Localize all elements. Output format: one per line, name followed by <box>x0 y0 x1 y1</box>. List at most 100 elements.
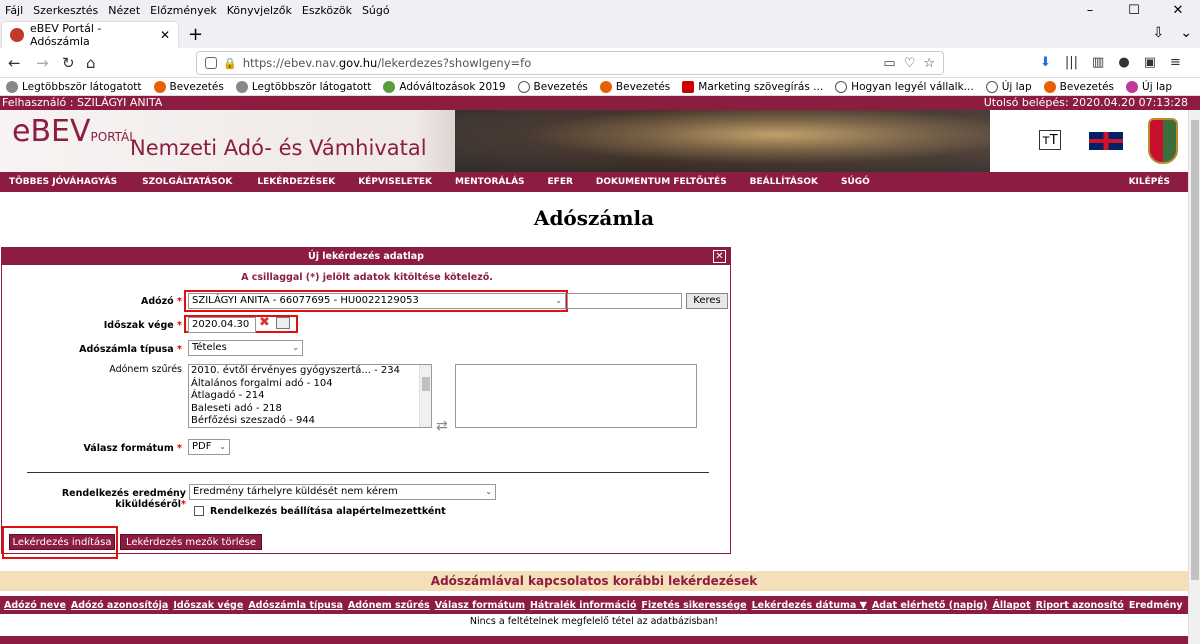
scrollbar-thumb[interactable] <box>1191 120 1199 580</box>
listbox-scrollbar[interactable] <box>419 365 431 427</box>
swap-arrows-icon[interactable]: ⇄ <box>436 418 448 434</box>
menu-file[interactable]: Fájl <box>0 4 28 17</box>
reload-icon[interactable]: ↻ <box>62 54 75 72</box>
last-login: Utolsó belépés: 2020.04.20 07:13:28 <box>983 96 1188 109</box>
menu-beallitasok[interactable]: BEÁLLÍTÁSOK <box>741 177 818 187</box>
close-icon[interactable]: ✕ <box>713 250 726 263</box>
close-window-icon[interactable]: ✕ <box>1156 0 1200 20</box>
calendar-icon[interactable] <box>276 317 290 329</box>
minimize-icon[interactable]: – <box>1068 0 1112 20</box>
col-period-end[interactable]: Időszak vége <box>173 600 243 611</box>
portal-banner: eBEVPORTÁL Nemzeti Adó- és Vámhivatal тT <box>0 110 1188 172</box>
menu-lekerdezesek[interactable]: LEKÉRDEZÉSEK <box>248 177 335 187</box>
bookmark-item[interactable]: Új lap <box>1126 80 1172 93</box>
maximize-icon[interactable]: ☐ <box>1112 0 1156 20</box>
col-account-type[interactable]: Adószámla típusa <box>248 600 343 611</box>
col-response-format[interactable]: Válasz formátum <box>435 600 525 611</box>
text-size-button[interactable]: тT <box>1039 130 1061 150</box>
taxpayer-select[interactable]: SZILÁGYI ANITA - 66077695 - HU0022129053… <box>188 293 566 309</box>
taxpayer-search-input[interactable] <box>567 293 682 309</box>
bookmark-item[interactable]: Bevezetés <box>153 80 224 93</box>
chevron-down-icon: ⌄ <box>292 343 299 352</box>
library-icon[interactable]: ||| <box>1065 55 1078 70</box>
bookmark-item[interactable]: Hogyan legyél vállalk... <box>835 80 974 93</box>
list-item[interactable]: Baleseti adó - 218 <box>189 403 431 416</box>
response-format-select[interactable]: PDF ⌄ <box>188 439 230 455</box>
menu-edit[interactable]: Szerkesztés <box>28 4 103 17</box>
menu-bookmarks[interactable]: Könyvjelzők <box>222 4 297 17</box>
back-icon[interactable]: ← <box>8 54 21 72</box>
period-end-input[interactable]: 2020.04.30 <box>188 317 256 333</box>
menu-szolgaltatasok[interactable]: SZOLGÁLTATÁSOK <box>133 177 232 187</box>
start-query-button[interactable]: Lekérdezés indítása <box>9 534 115 550</box>
download-icon[interactable]: ⬇ <box>1040 55 1051 70</box>
coat-of-arms-icon <box>1148 118 1178 164</box>
account-type-select[interactable]: Tételes ⌄ <box>188 340 303 356</box>
home-icon[interactable]: ⌂ <box>86 54 96 72</box>
menu-history[interactable]: Előzmények <box>145 4 222 17</box>
menu-dokumentum-feltoltes[interactable]: DOKUMENTUM FELTÖLTÉS <box>587 177 727 187</box>
default-setting-checkbox[interactable] <box>194 506 204 516</box>
bookmark-item[interactable]: Új lap <box>985 80 1032 93</box>
selected-tax-types-listbox[interactable] <box>455 364 697 428</box>
menu-sugo[interactable]: SÚGÓ <box>832 177 870 187</box>
clear-date-icon[interactable]: ✖ <box>259 315 270 330</box>
forward-icon[interactable]: → <box>36 54 49 72</box>
tax-types-listbox[interactable]: 2010. évtől érvényes gyógyszertá... - 23… <box>188 364 432 428</box>
star-icon[interactable]: ☆ <box>923 56 935 71</box>
menu-tools[interactable]: Eszközök <box>297 4 357 17</box>
bookmark-item[interactable]: Marketing szövegírás ... <box>682 80 823 93</box>
screenshot-icon[interactable]: ▣ <box>1144 55 1156 70</box>
form-header: Új lekérdezés adatlap ✕ <box>2 248 730 265</box>
col-query-date[interactable]: Lekérdezés dátuma ▼ <box>752 600 867 611</box>
col-status[interactable]: Állapot <box>992 600 1030 611</box>
delivery-select[interactable]: Eredmény tárhelyre küldését nem kérem ⌄ <box>189 484 496 500</box>
list-item[interactable]: Általános forgalmi adó - 104 <box>189 378 431 391</box>
sidebar-icon[interactable]: ▥ <box>1092 55 1104 70</box>
hamburger-menu-icon[interactable]: ≡ <box>1170 55 1181 70</box>
menu-view[interactable]: Nézet <box>103 4 145 17</box>
list-item[interactable]: 2010. évtől érvényes gyógyszertá... - 23… <box>189 365 431 378</box>
menu-tobbes-jovahagyas[interactable]: TÖBBES JÓVÁHAGYÁS <box>0 177 117 187</box>
url-text: https://ebev.nav.gov.hu/lekerdezes?showI… <box>242 56 532 70</box>
list-item[interactable]: Átlagadó - 214 <box>189 390 431 403</box>
bookmark-item[interactable]: Legtöbbször látogatott <box>235 80 371 93</box>
col-taxpayer-name[interactable]: Adózó neve <box>4 600 66 611</box>
search-button[interactable]: Keres <box>686 293 728 309</box>
col-arrears-info[interactable]: Hátralék információ <box>530 600 636 611</box>
delivery-label: Rendelkezés eredmény kiküldéséről* <box>61 488 186 510</box>
col-taxpayer-id[interactable]: Adózó azonosítója <box>71 600 168 611</box>
page-scrollbar[interactable] <box>1188 110 1200 644</box>
reader-icon[interactable]: ▭ <box>883 56 895 71</box>
menu-help[interactable]: Súgó <box>357 4 395 17</box>
bookmark-item[interactable]: Legtöbbször látogatott <box>6 80 142 93</box>
default-setting-label: Rendelkezés beállítása alapértelmezettké… <box>210 506 446 517</box>
account-icon[interactable]: ⇩ <box>1153 25 1165 41</box>
profile-icon[interactable]: ● <box>1118 55 1129 70</box>
user-bar: Felhasználó : SZILÁGYI ANITA Utolsó belé… <box>0 96 1200 110</box>
logout-link[interactable]: KILÉPÉS <box>1129 177 1170 187</box>
tab-list-icon[interactable]: ⌄ <box>1180 25 1192 41</box>
pocket-icon[interactable]: ♡ <box>904 56 916 71</box>
col-data-available[interactable]: Adat elérhető (napig) <box>872 600 988 611</box>
tab-close-icon[interactable]: ✕ <box>160 28 170 42</box>
menu-efer[interactable]: EFER <box>539 177 573 187</box>
tab-bar: eBEV Portál - Adószámla ✕ + ⇩ ⌄ <box>0 20 1200 48</box>
tab-ebev-portal[interactable]: eBEV Portál - Adószámla ✕ <box>2 22 178 48</box>
col-report-id[interactable]: Riport azonosító <box>1036 600 1124 611</box>
menu-mentoralas[interactable]: MENTORÁLÁS <box>446 177 525 187</box>
col-payment-success[interactable]: Fizetés sikeressége <box>641 600 746 611</box>
english-flag-icon[interactable] <box>1089 132 1123 150</box>
menu-kepviseletek[interactable]: KÉPVISELETEK <box>349 177 432 187</box>
url-bar[interactable]: 🔒 https://ebev.nav.gov.hu/lekerdezes?sho… <box>196 51 944 75</box>
bookmark-item[interactable]: Adóváltozások 2019 <box>383 80 506 93</box>
bookmark-item[interactable]: Bevezetés <box>1043 80 1114 93</box>
empty-results-message: Nincs a feltételnek megfelelő tétel az a… <box>469 616 719 627</box>
bookmark-item[interactable]: Bevezetés <box>517 80 588 93</box>
ebev-logo[interactable]: eBEVPORTÁL <box>12 114 136 149</box>
new-tab-icon[interactable]: + <box>188 24 203 45</box>
col-tax-filter[interactable]: Adónem szűrés <box>348 600 430 611</box>
bookmark-item[interactable]: Bevezetés <box>599 80 670 93</box>
list-item[interactable]: Bérfőzési szeszadó - 944 <box>189 415 431 427</box>
clear-fields-button[interactable]: Lekérdezés mezők törlése <box>120 534 262 550</box>
